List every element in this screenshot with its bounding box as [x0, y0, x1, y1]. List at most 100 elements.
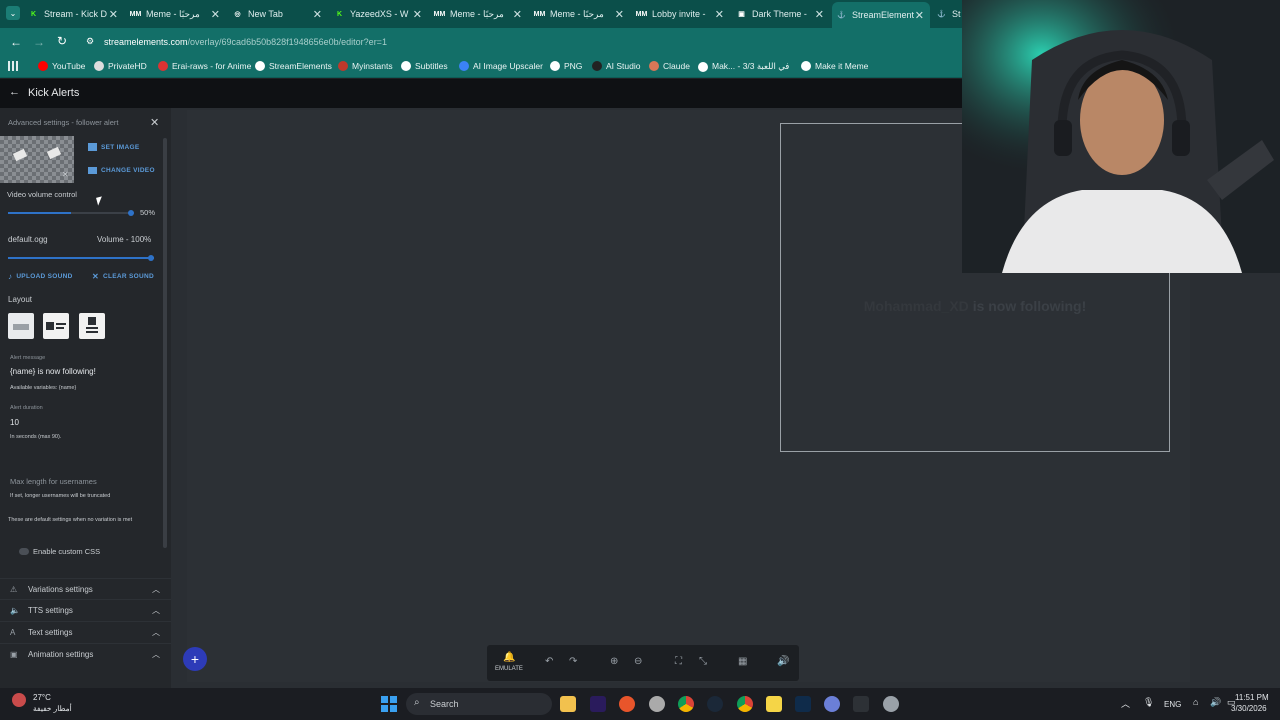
- back-icon[interactable]: ←: [10, 35, 22, 49]
- tab-favicon-icon: ◎: [234, 11, 241, 18]
- zoom-out-icon[interactable]: ⊖: [634, 656, 642, 667]
- emulate-button-label[interactable]: EMULATE: [495, 666, 523, 672]
- bell-icon[interactable]: 🔔: [503, 652, 515, 663]
- settings-gear-icon[interactable]: [883, 696, 899, 712]
- browser-tab[interactable]: K Stream - Kick D ✕: [24, 4, 124, 24]
- tab-close-icon[interactable]: ✕: [109, 8, 118, 21]
- layout-option-image-top[interactable]: [8, 313, 34, 339]
- zoom-in-icon[interactable]: ⊕: [610, 656, 618, 667]
- bookmark-item[interactable]: Make it Meme: [801, 61, 868, 71]
- layout-option-overlay[interactable]: [79, 313, 105, 339]
- tab-close-icon[interactable]: ✕: [815, 8, 824, 21]
- back-arrow-icon[interactable]: ←: [9, 86, 20, 98]
- url-field[interactable]: ⚙ streamelements.com/overlay/69cad6b50b8…: [80, 33, 960, 51]
- app-icon[interactable]: [619, 696, 635, 712]
- tab-close-icon[interactable]: ✕: [313, 8, 322, 21]
- redo-icon[interactable]: ↷: [569, 656, 577, 667]
- speaker-icon: 🔈: [10, 606, 20, 615]
- bookmark-label: PNG: [564, 61, 583, 71]
- tab-close-icon[interactable]: ✕: [211, 8, 220, 21]
- section-variations[interactable]: ⚠ Variations settings ︿: [0, 578, 171, 600]
- clock-time[interactable]: 11:51 PM: [1235, 693, 1269, 702]
- network-icon[interactable]: ⌂: [1193, 697, 1198, 707]
- browser-tab[interactable]: K YazeedXS - W ✕: [330, 4, 428, 24]
- chrome-icon-active[interactable]: [737, 696, 753, 712]
- media-thumbnail[interactable]: ✕: [0, 136, 74, 183]
- browser-tab[interactable]: ⚓ StreamElement ✕: [832, 2, 930, 28]
- bookmark-item[interactable]: StreamElements: [255, 61, 332, 71]
- section-animation[interactable]: ▣ Animation settings ︿: [0, 643, 171, 665]
- fullscreen-icon[interactable]: ⛶: [675, 656, 682, 667]
- video-volume-knob[interactable]: [128, 210, 134, 216]
- chrome-icon[interactable]: [678, 696, 694, 712]
- premiere-icon[interactable]: [590, 696, 606, 712]
- tab-close-icon[interactable]: ✕: [615, 8, 624, 21]
- bookmark-item[interactable]: AI Studio: [592, 61, 641, 71]
- clock-date[interactable]: 3/30/2026: [1231, 704, 1267, 713]
- bookmark-item[interactable]: Myinstants: [338, 61, 393, 71]
- site-info-icon[interactable]: ⚙: [86, 36, 94, 47]
- steam-icon[interactable]: [707, 696, 723, 712]
- tab-close-icon[interactable]: ✕: [715, 8, 724, 21]
- bookmark-item[interactable]: PrivateHD: [94, 61, 147, 71]
- app-icon[interactable]: [853, 696, 869, 712]
- close-panel-icon[interactable]: ✕: [150, 116, 159, 129]
- app-icon[interactable]: [649, 696, 665, 712]
- change-video-button[interactable]: CHANGE VIDEO: [88, 167, 155, 174]
- alert-duration-input[interactable]: 10: [10, 418, 150, 427]
- tab-search-button[interactable]: ⌄: [6, 6, 20, 20]
- grid-icon[interactable]: ▦: [738, 656, 747, 667]
- undo-icon[interactable]: ↶: [545, 656, 553, 667]
- file-explorer-icon[interactable]: [560, 696, 576, 712]
- browser-tab[interactable]: MM Meme - مرحبًا ✕: [430, 4, 528, 24]
- bookmark-item[interactable]: AI Image Upscaler: [459, 61, 543, 71]
- upload-sound-button[interactable]: ♪ UPLOAD SOUND: [8, 272, 73, 281]
- bookmark-label: Myinstants: [352, 61, 393, 71]
- volume-icon[interactable]: 🔊: [1210, 697, 1221, 708]
- section-text[interactable]: A Text settings ︿: [0, 621, 171, 643]
- bookmark-item[interactable]: Erai-raws - for Anime: [158, 61, 251, 71]
- custom-css-toggle[interactable]: [19, 548, 29, 555]
- tray-chevron-icon[interactable]: ︿: [1121, 697, 1130, 710]
- bookmark-item[interactable]: Subtitles: [401, 61, 448, 71]
- sound-volume-knob[interactable]: [148, 255, 154, 261]
- bookmark-favicon-icon: [255, 61, 265, 71]
- add-widget-button[interactable]: +: [183, 647, 207, 671]
- alert-message-input[interactable]: {name} is now following!: [10, 367, 160, 376]
- app-icon[interactable]: [824, 696, 840, 712]
- tab-close-icon[interactable]: ✕: [413, 8, 422, 21]
- bookmark-favicon-icon: [401, 61, 411, 71]
- browser-tab[interactable]: MM Meme - مرحبًا ✕: [530, 4, 630, 24]
- language-indicator[interactable]: ENG: [1164, 700, 1181, 709]
- tab-close-icon[interactable]: ✕: [513, 8, 522, 21]
- browser-tab[interactable]: ▣ Dark Theme - ✕: [732, 4, 830, 24]
- sidebar-scrollbar[interactable]: [163, 138, 167, 548]
- browser-tab[interactable]: MM Lobby invite - ✕: [632, 4, 730, 24]
- browser-tab[interactable]: MM Meme - مرحبًا ✕: [126, 4, 226, 24]
- custom-css-label: Enable custom CSS: [33, 547, 101, 556]
- section-tts[interactable]: 🔈 TTS settings ︿: [0, 599, 171, 621]
- sticky-notes-icon[interactable]: [766, 696, 782, 712]
- forward-icon[interactable]: →: [33, 35, 45, 49]
- tab-label: StreamElement: [852, 10, 915, 20]
- speaker-icon[interactable]: 🔊: [777, 656, 789, 667]
- bookmark-item[interactable]: Claude: [649, 61, 690, 71]
- layout-option-side[interactable]: [43, 313, 69, 339]
- weather-icon[interactable]: [12, 693, 26, 707]
- microphone-icon[interactable]: 🎙: [1143, 697, 1154, 708]
- bookmark-item[interactable]: Mak... - 3/3 في اللعبة: [698, 61, 789, 72]
- clear-sound-button[interactable]: ✕ CLEAR SOUND: [92, 272, 154, 281]
- taskbar-search[interactable]: ⌕ Search: [406, 693, 552, 715]
- set-image-button[interactable]: SET IMAGE: [88, 143, 139, 151]
- remove-media-icon[interactable]: ✕: [62, 170, 69, 179]
- exit-fullscreen-icon[interactable]: ⤡: [699, 656, 707, 667]
- tab-close-icon[interactable]: ✕: [915, 9, 924, 22]
- browser-tab[interactable]: ◎ New Tab ✕: [228, 4, 328, 24]
- apps-grid-icon[interactable]: [8, 61, 18, 71]
- bookmark-item[interactable]: YouTube: [38, 61, 85, 71]
- browser-tab[interactable]: ⚓ St: [932, 4, 962, 24]
- reload-icon[interactable]: ↻: [57, 34, 67, 48]
- bookmark-item[interactable]: PNG: [550, 61, 582, 71]
- photoshop-icon[interactable]: [795, 696, 811, 712]
- chevron-up-icon: ︿: [152, 606, 160, 615]
